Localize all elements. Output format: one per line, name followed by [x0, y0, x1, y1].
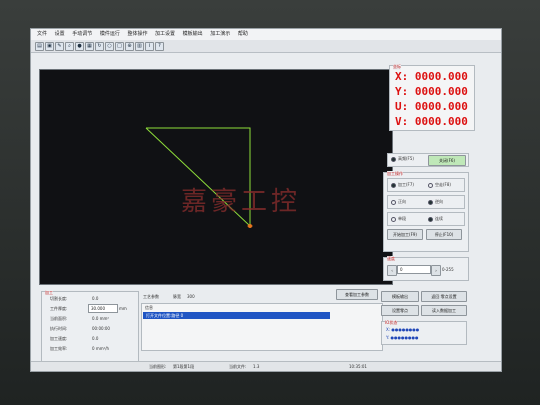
mode-button-2[interactable]: 关闭(F6) — [428, 155, 466, 166]
y-value: 0000.000 — [414, 85, 468, 98]
log-title: 信息 — [145, 305, 153, 310]
info-label-3: 执行时间: — [50, 326, 68, 331]
speed-range-label: 0-255 — [442, 267, 454, 272]
status-bar: 当前图形: 第1段第1段 当前文件: 1.3 10:35:01 — [31, 361, 501, 371]
menu-manual[interactable]: 手动调节 — [72, 31, 92, 37]
radio-dry-run[interactable]: 空走(F8) — [428, 182, 451, 188]
mode-group: 高频(F5) 关闭(F6) — [387, 153, 469, 167]
speed-increase-button[interactable]: › — [431, 265, 441, 276]
log-panel: 信息 打开文件位置:路径 0 — [141, 303, 383, 351]
set-zero-button[interactable]: 设置零点 — [381, 305, 419, 316]
machining-title: 加工操作 — [387, 171, 403, 177]
toolpath-drawing — [145, 127, 253, 228]
menu-process[interactable]: 加工设置 — [155, 31, 175, 37]
menu-settings[interactable]: 设置 — [55, 31, 65, 37]
speed-decrease-button[interactable]: ‹ — [387, 265, 397, 276]
speed-value-field[interactable]: 0 — [397, 265, 431, 274]
tool-icon[interactable]: ✎ — [55, 42, 64, 51]
table-icon[interactable]: ▥ — [135, 42, 144, 51]
menu-bar: 文件 设置 手动调节 模件运行 整体操作 加工设置 模板输出 加工演示 帮助 — [31, 29, 501, 40]
speed-title: 速度 — [387, 256, 395, 262]
zoom-icon[interactable]: ⊕ — [125, 42, 134, 51]
template-output-button[interactable]: 模板输出 — [381, 291, 419, 302]
status-file-label: 当前文件: — [229, 364, 247, 369]
info-icon[interactable]: i — [145, 42, 154, 51]
status-shape-label: 当前图形: — [149, 364, 167, 369]
search-icon[interactable]: ⌕ — [65, 42, 74, 51]
open-icon[interactable]: ▤ — [35, 42, 44, 51]
radio-forward[interactable]: 正向 — [391, 199, 406, 205]
radio-continuous[interactable]: 连续 — [428, 216, 443, 222]
machining-row-c: 单段 连续 — [387, 212, 465, 226]
speed-group: 速度 ‹ 0 › 0-255 — [383, 256, 469, 281]
io-status-group: IO状态 X: ●●●●●●●● Y: ●●●●●●●● — [381, 320, 467, 345]
info-value-4: 0.0 — [92, 336, 99, 341]
v-readout: V: 0000.000 — [395, 115, 468, 128]
log-selected-line[interactable]: 打开文件位置:路径 0 — [143, 312, 330, 319]
pulse-label: 脉宽 — [173, 294, 181, 299]
radio-reverse[interactable]: 逆向 — [428, 199, 443, 205]
rotate-icon[interactable]: ↻ — [95, 42, 104, 51]
return-zero-button[interactable]: 返回 零点设置 — [421, 291, 467, 302]
circle-icon[interactable]: ○ — [105, 42, 114, 51]
coordinate-panel: 坐标 X: 0000.000 Y: 0000.000 U: 0000.000 V… — [389, 64, 475, 131]
mode-radio-1[interactable]: 高频(F5) — [391, 156, 414, 162]
thickness-field[interactable]: 30.000 — [88, 304, 118, 313]
square-icon[interactable]: □ — [115, 42, 124, 51]
load-data-button[interactable]: 读入数据加工 — [421, 305, 467, 316]
radio-process[interactable]: 加工(F7) — [391, 182, 414, 188]
x-value: 0000.000 — [414, 70, 468, 83]
machining-info-panel: 加工 切割长度: 0.0 工件厚度: 30.000 mm 当前面积: 0.0 m… — [41, 290, 139, 363]
u-readout: U: 0000.000 — [395, 100, 468, 113]
start-machining-button[interactable]: 开始加工(F9) — [387, 229, 423, 240]
radio-single[interactable]: 单段 — [391, 216, 406, 222]
v-label: V: — [395, 115, 409, 128]
machining-row-b: 正向 逆向 — [387, 195, 465, 209]
menu-file[interactable]: 文件 — [37, 31, 47, 37]
info-label-5: 加工效率: — [50, 346, 68, 351]
x-label: X: — [395, 70, 409, 83]
x-readout: X: 0000.000 — [395, 70, 468, 83]
v-value: 0000.000 — [414, 115, 468, 128]
machining-group: 加工操作 加工(F7) 空走(F8) 正向 逆向 单段 连续 开始加工(F9) … — [383, 171, 469, 252]
info-value-2: 0.0 mm² — [92, 316, 110, 321]
info-label-2: 当前面积: — [50, 316, 68, 321]
view-params-button[interactable]: 查看加工参数 — [336, 289, 378, 300]
info-label-4: 加工速度: — [50, 336, 68, 341]
io-row-x: X: ●●●●●●●● — [386, 327, 420, 332]
y-label: Y: — [395, 85, 409, 98]
y-readout: Y: 0000.000 — [395, 85, 468, 98]
toolbar: ▤ ▣ ✎ ⌕ ● ▦ ↻ ○ □ ⊕ ▥ i ? — [31, 40, 501, 53]
io-status-title: IO状态 — [385, 320, 398, 326]
info-value-5: 0 mm²/h — [92, 346, 110, 351]
info-label-1: 工件厚度: — [50, 306, 68, 311]
help-icon[interactable]: ? — [155, 42, 164, 51]
status-time: 10:35:01 — [349, 364, 367, 369]
menu-template[interactable]: 模板输出 — [183, 31, 203, 37]
menu-operate[interactable]: 整体操作 — [127, 31, 147, 37]
status-file-value: 1.3 — [253, 364, 260, 369]
io-row-y: Y: ●●●●●●●● — [386, 335, 419, 340]
cutting-canvas[interactable] — [39, 69, 393, 285]
info-label-0: 切割长度: — [50, 296, 68, 301]
u-value: 0000.000 — [414, 100, 468, 113]
u-label: U: — [395, 100, 409, 113]
machining-row-a: 加工(F7) 空走(F8) — [387, 178, 465, 192]
stop-button[interactable]: 停止(F10) — [426, 229, 462, 240]
info-value-0: 0.0 — [92, 296, 99, 301]
pin-icon[interactable]: ● — [75, 42, 84, 51]
status-shape-value: 第1段第1段 — [173, 364, 195, 369]
thickness-unit: mm — [119, 306, 127, 311]
params-label: 工艺参数 — [143, 294, 159, 299]
menu-help[interactable]: 帮助 — [238, 31, 248, 37]
menu-run[interactable]: 模件运行 — [100, 31, 120, 37]
grid-icon[interactable]: ▦ — [85, 42, 94, 51]
pulse-value: 300 — [187, 294, 195, 299]
menu-demo[interactable]: 加工演示 — [210, 31, 230, 37]
info-value-3: 00:00:00 — [92, 326, 110, 331]
save-icon[interactable]: ▣ — [45, 42, 54, 51]
app-window: 文件 设置 手动调节 模件运行 整体操作 加工设置 模板输出 加工演示 帮助 ▤… — [30, 28, 502, 372]
watermark-text: 嘉豪工控 — [181, 187, 302, 217]
